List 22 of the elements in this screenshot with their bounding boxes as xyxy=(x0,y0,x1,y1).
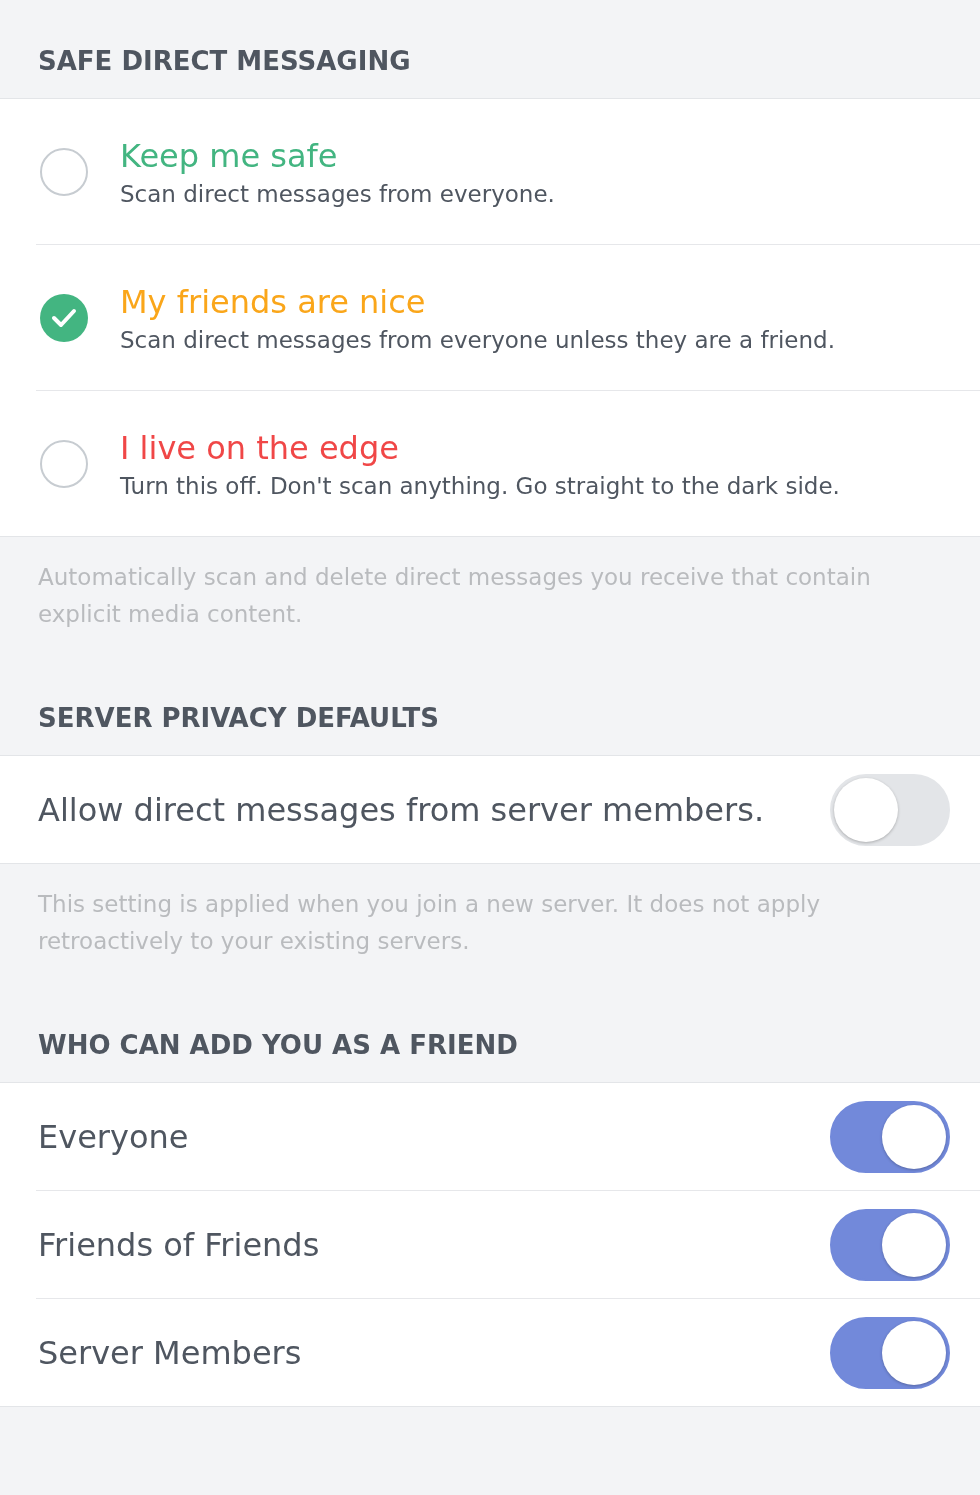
radio-option[interactable]: Keep me safe Scan direct messages from everyone. xyxy=(0,99,980,244)
option-title: I live on the edge xyxy=(120,428,400,467)
toggle-label: Everyone xyxy=(38,1117,189,1156)
radio-circle[interactable] xyxy=(40,439,88,488)
option-title: My friends are nice xyxy=(120,282,427,321)
option-description: Scan direct messages from everyone unless they are a friend. xyxy=(120,326,835,353)
radio-option[interactable]: I live on the edge Turn this off. Don't scan anything. Go straight to the dark side. xyxy=(0,391,980,536)
section-heading: SAFE DIRECT MESSAGING xyxy=(37,45,412,78)
toggle-label: Friends of Friends xyxy=(38,1225,320,1264)
help-text: Automatically scan and delete direct messages you receive that contain explicit media content. xyxy=(37,563,872,629)
section-heading: SERVER PRIVACY DEFAULTS xyxy=(37,702,440,735)
option-description: Scan direct messages from everyone. xyxy=(120,180,555,207)
option-title: Keep me safe xyxy=(120,136,339,175)
section-heading: WHO CAN ADD YOU AS A FRIEND xyxy=(37,1029,519,1062)
toggle-label: Allow direct messages from server members. xyxy=(38,790,765,829)
radio-option[interactable]: My friends are nice Scan direct messages from everyone unless they are a friend. xyxy=(0,245,980,390)
radio-circle[interactable] xyxy=(40,147,88,196)
help-text: This setting is applied when you join a new server. It does not apply retroactively to your existing servers. xyxy=(37,890,821,956)
check-radio[interactable] xyxy=(40,293,88,342)
option-description: Turn this off. Don't scan anything. Go straight to the dark side. xyxy=(120,472,840,499)
check-icon xyxy=(51,307,77,328)
toggle-label: Server Members xyxy=(38,1333,302,1372)
